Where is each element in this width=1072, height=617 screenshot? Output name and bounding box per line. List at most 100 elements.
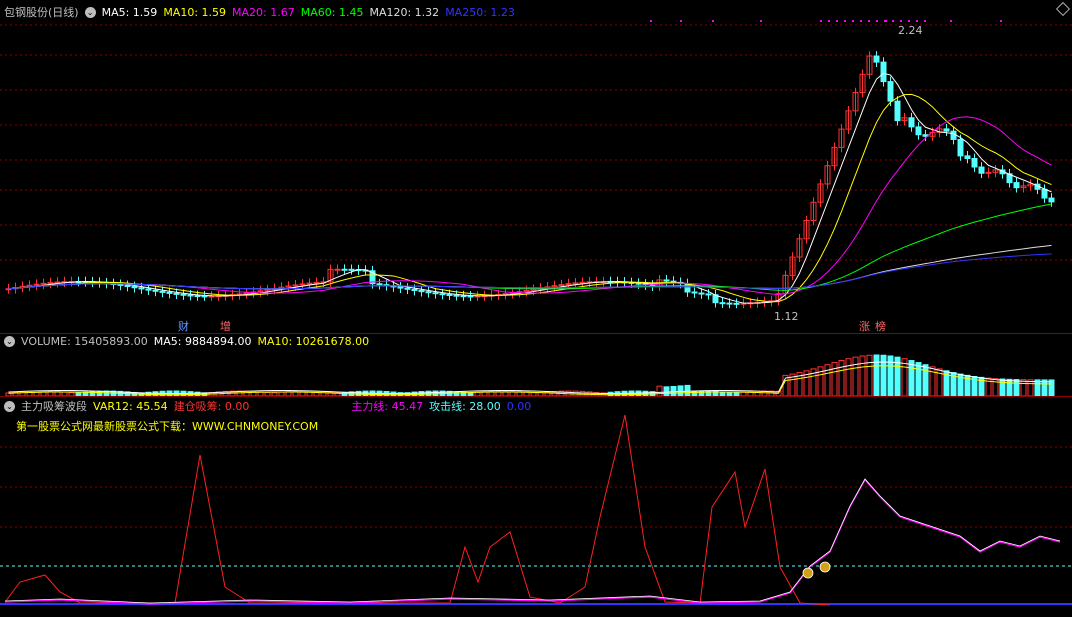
candle xyxy=(971,157,978,168)
candle xyxy=(425,291,432,294)
signal-dot xyxy=(950,20,952,22)
volume-bar xyxy=(922,364,929,396)
candle xyxy=(152,289,159,292)
candle xyxy=(131,286,138,289)
ma250-line xyxy=(8,253,1052,290)
signal-dot xyxy=(852,20,854,22)
volume-panel[interactable]: ⌄ VOLUME: 15405893.00 MA5: 9884894.00 MA… xyxy=(0,334,1072,396)
candle xyxy=(453,294,460,297)
signal-dot xyxy=(916,20,918,22)
volume-bar xyxy=(1048,379,1055,396)
candle xyxy=(341,268,348,271)
volume-bar xyxy=(852,356,859,396)
indicator-panel[interactable]: ⌄ 主力吸筹波段 VAR12: 45.54 建仓吸筹: 0.00 主力线: 45… xyxy=(0,397,1072,617)
coin-icon xyxy=(819,561,831,573)
candle xyxy=(376,283,383,286)
event-tag-zhang[interactable]: 涨 xyxy=(857,318,872,334)
candle xyxy=(572,282,579,285)
volume-bar xyxy=(1027,379,1034,396)
candle xyxy=(887,81,894,102)
attack-line xyxy=(4,478,1061,604)
candle xyxy=(579,281,586,284)
candle xyxy=(908,117,915,128)
signal-dot xyxy=(876,20,878,22)
signal-dot xyxy=(908,20,910,22)
candle xyxy=(124,284,131,288)
candle xyxy=(243,292,250,295)
candle xyxy=(166,291,173,294)
candle xyxy=(446,294,453,297)
indicator-chart[interactable] xyxy=(0,397,1072,617)
candle xyxy=(635,282,642,285)
signal-dot xyxy=(836,20,838,22)
signal-dot xyxy=(868,20,870,22)
candle xyxy=(733,302,740,305)
volume-bar xyxy=(1034,379,1041,396)
high-price-label: 2.24 xyxy=(898,24,923,37)
ma120-line xyxy=(8,244,1052,290)
candle xyxy=(691,291,698,294)
candle xyxy=(698,292,705,295)
candle xyxy=(117,283,124,286)
signal-dot xyxy=(885,20,887,22)
candle xyxy=(950,130,957,140)
signal-dot xyxy=(680,20,682,22)
candle xyxy=(1013,182,1020,189)
candle xyxy=(173,292,180,295)
coin-icon xyxy=(802,567,814,579)
signal-dot xyxy=(650,20,652,22)
candle xyxy=(180,293,187,296)
candle xyxy=(985,171,992,174)
volume-bar xyxy=(1013,379,1020,396)
volume-bar xyxy=(908,360,915,396)
candle xyxy=(460,295,467,298)
candle xyxy=(873,55,880,63)
candle xyxy=(1041,188,1048,199)
signal-dot xyxy=(820,20,822,22)
main-force-line xyxy=(4,478,1061,605)
candle xyxy=(467,295,474,298)
candle xyxy=(719,302,726,305)
candle xyxy=(565,283,572,286)
candle xyxy=(978,166,985,174)
candle xyxy=(670,280,677,283)
signal-dot xyxy=(892,20,894,22)
volume-chart[interactable] xyxy=(0,334,1072,396)
signal-dot xyxy=(924,20,926,22)
volume-bar xyxy=(873,354,880,396)
price-chart[interactable] xyxy=(0,0,1072,333)
var12-line xyxy=(4,414,831,606)
volume-bar xyxy=(859,355,866,396)
volume-bar xyxy=(866,354,873,396)
event-tag-zeng[interactable]: 增 xyxy=(218,318,233,334)
event-tag-bang[interactable]: 榜 xyxy=(873,318,888,334)
candle xyxy=(726,302,733,305)
candle xyxy=(663,279,670,282)
volume-bar xyxy=(992,378,999,396)
candle xyxy=(432,292,439,295)
candle xyxy=(159,290,166,293)
candle xyxy=(306,282,313,285)
candle xyxy=(187,294,194,297)
price-panel[interactable]: 包钢股份(日线) ⌄ MA5: 1.59 MA10: 1.59 MA20: 1.… xyxy=(0,0,1072,333)
volume-bar xyxy=(999,378,1006,396)
candle xyxy=(40,282,47,285)
low-price-label: 1.12 xyxy=(774,310,799,323)
signal-dot xyxy=(712,20,714,22)
volume-bar xyxy=(1020,379,1027,396)
candle xyxy=(880,61,887,83)
volume-bar xyxy=(831,362,838,396)
candle xyxy=(47,282,54,285)
volume-bar xyxy=(845,358,852,396)
candle xyxy=(299,283,306,286)
candle xyxy=(334,268,341,271)
event-tag-cai[interactable]: 财 xyxy=(176,318,191,334)
volume-bar xyxy=(663,386,670,396)
candle xyxy=(145,288,152,291)
volume-bar xyxy=(915,362,922,396)
candle xyxy=(964,155,971,159)
candle xyxy=(894,100,901,122)
candle xyxy=(313,281,320,284)
volume-bar xyxy=(1041,379,1048,396)
signal-dot xyxy=(1000,20,1002,22)
